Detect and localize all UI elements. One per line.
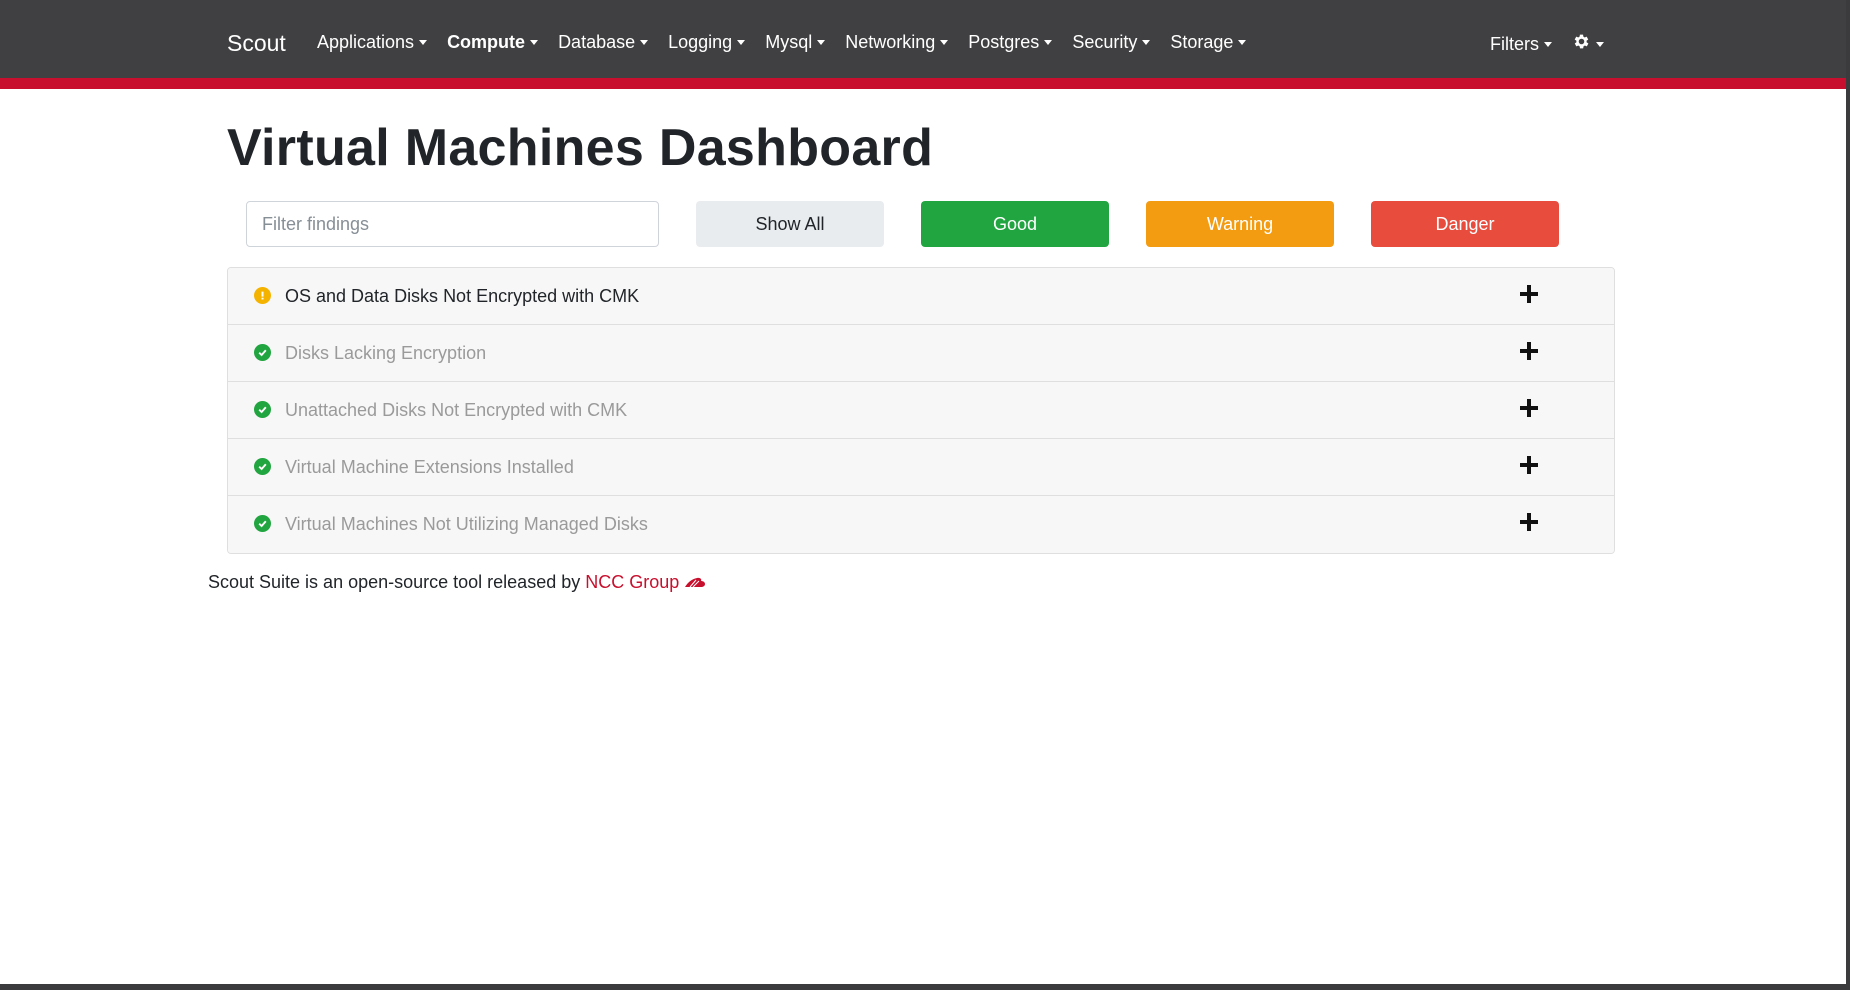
nav-item-label: Database (558, 32, 636, 52)
nav-item-label: Storage (1170, 32, 1234, 52)
caret-down-icon (1544, 41, 1552, 47)
caret-down-icon (530, 40, 539, 45)
page-title: Virtual Machines Dashboard (227, 119, 934, 177)
finding-title: OS and Data Disks Not Encrypted with CMK (285, 286, 640, 306)
caret-down-icon (1238, 40, 1247, 45)
show-all-button[interactable]: Show All (696, 201, 884, 247)
nav-item-label: Networking (845, 32, 936, 52)
expand-plus-icon[interactable] (1518, 340, 1540, 362)
caret-down-icon (940, 40, 949, 45)
check-circle-icon (254, 458, 271, 475)
finding-row[interactable]: Unattached Disks Not Encrypted with CMK (228, 382, 1614, 439)
nav-item-label: Postgres (968, 32, 1040, 52)
nav-item-label: Compute (447, 32, 526, 52)
warning-icon (254, 287, 271, 304)
nav-menu: Applications Compute Database Logging My… (317, 32, 1266, 53)
nav-item-logging[interactable]: Logging (668, 32, 746, 53)
caret-down-icon (737, 40, 746, 45)
check-circle-icon (254, 401, 271, 418)
expand-plus-icon[interactable] (1518, 397, 1540, 419)
finding-row[interactable]: Virtual Machine Extensions Installed (228, 439, 1614, 496)
caret-down-icon (640, 40, 649, 45)
expand-plus-icon[interactable] (1518, 454, 1540, 476)
danger-filter-button[interactable]: Danger (1371, 201, 1559, 247)
nav-item-mysql[interactable]: Mysql (765, 32, 826, 53)
findings-list: OS and Data Disks Not Encrypted with CMK… (227, 267, 1615, 554)
check-circle-icon (254, 344, 271, 361)
nav-item-database[interactable]: Database (558, 32, 649, 53)
caret-down-icon (1142, 40, 1151, 45)
finding-title: Virtual Machines Not Utilizing Managed D… (285, 514, 648, 534)
caret-down-icon (419, 40, 428, 45)
finding-row[interactable]: Disks Lacking Encryption (228, 325, 1614, 382)
footer-text: Scout Suite is an open-source tool relea… (208, 572, 586, 592)
nav-right: Filters (1490, 32, 1604, 56)
finding-title: Virtual Machine Extensions Installed (285, 457, 574, 477)
caret-down-icon (1044, 40, 1053, 45)
nav-item-compute[interactable]: Compute (447, 32, 539, 53)
browser-window: Scout Applications Compute Database Logg… (0, 0, 1846, 984)
ncc-group-link[interactable]: NCC Group (585, 572, 679, 593)
top-navbar: Scout Applications Compute Database Logg… (0, 0, 1846, 89)
nav-item-postgres[interactable]: Postgres (968, 32, 1053, 53)
good-filter-button[interactable]: Good (921, 201, 1109, 247)
warning-filter-button[interactable]: Warning (1146, 201, 1334, 247)
expand-plus-icon[interactable] (1518, 283, 1540, 305)
nav-item-security[interactable]: Security (1072, 32, 1151, 53)
caret-down-icon (1596, 41, 1604, 47)
brand-logo[interactable]: Scout (227, 30, 286, 57)
settings-dropdown[interactable] (1572, 32, 1604, 56)
finding-row[interactable]: Virtual Machines Not Utilizing Managed D… (228, 496, 1614, 553)
nav-item-label: Logging (668, 32, 733, 52)
filters-label: Filters (1490, 33, 1539, 54)
nav-item-label: Applications (317, 32, 415, 52)
expand-plus-icon[interactable] (1518, 511, 1540, 533)
gear-icon (1572, 32, 1591, 56)
filters-dropdown[interactable]: Filters (1490, 34, 1552, 55)
nav-item-applications[interactable]: Applications (317, 32, 428, 53)
caret-down-icon (817, 40, 826, 45)
ncc-logo-icon (684, 576, 706, 590)
nav-item-storage[interactable]: Storage (1170, 32, 1247, 53)
nav-item-networking[interactable]: Networking (845, 32, 949, 53)
finding-title: Disks Lacking Encryption (285, 343, 487, 363)
check-circle-icon (254, 515, 271, 532)
footer: Scout Suite is an open-source tool relea… (208, 572, 706, 593)
nav-item-label: Security (1072, 32, 1138, 52)
finding-title: Unattached Disks Not Encrypted with CMK (285, 400, 628, 420)
nav-item-label: Mysql (765, 32, 813, 52)
finding-row[interactable]: OS and Data Disks Not Encrypted with CMK (228, 268, 1614, 325)
filter-findings-input[interactable] (246, 201, 659, 247)
